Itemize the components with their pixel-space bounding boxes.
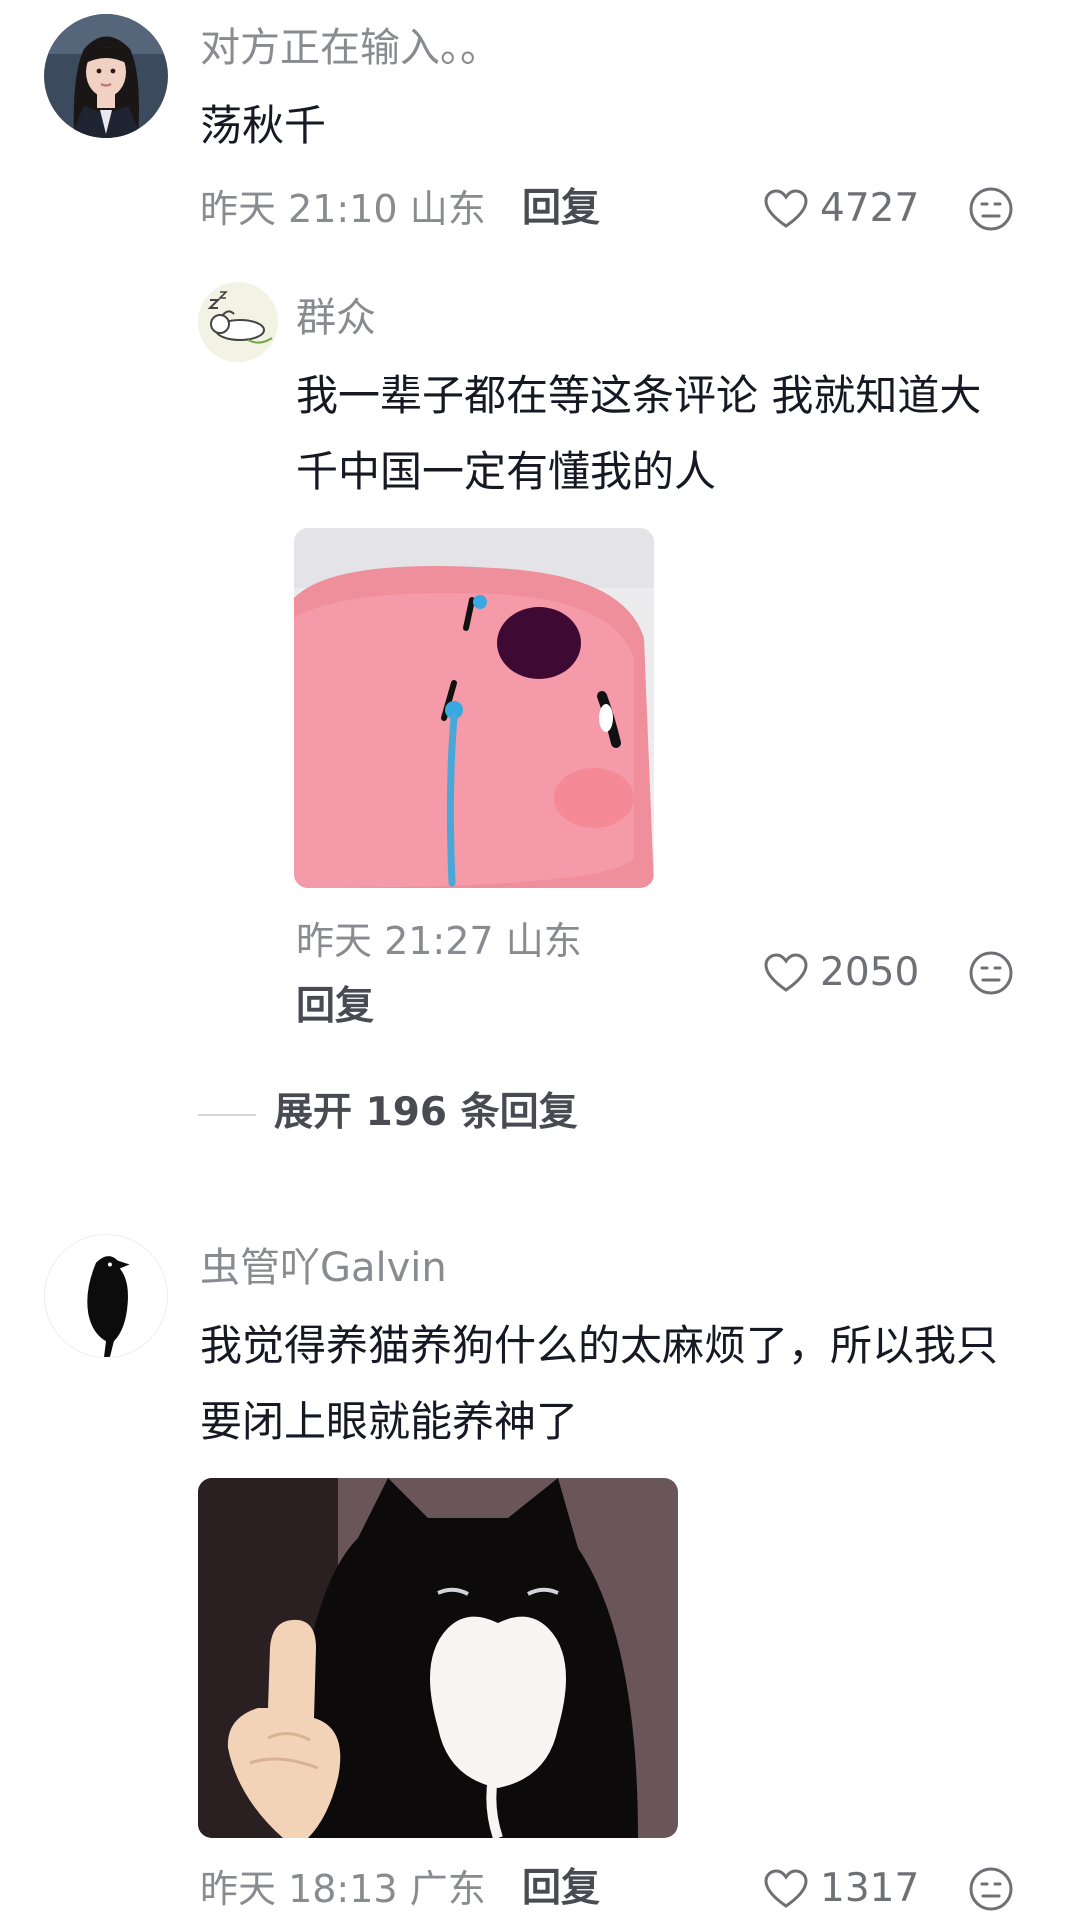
comment-time: 昨天 18:13	[200, 1867, 398, 1911]
heart-icon	[764, 953, 808, 992]
emoji-reaction-button[interactable]	[968, 186, 1014, 232]
reply-emoji-reaction-button[interactable]	[968, 950, 1014, 996]
neutral-face-icon	[969, 1867, 1013, 1911]
reply-meta: 昨天 21:27 山东	[296, 918, 582, 964]
comment-location: 山东	[409, 187, 486, 231]
user-avatar[interactable]	[44, 14, 168, 138]
reply-button[interactable]: 回复	[522, 186, 600, 232]
pointing-cat-image	[198, 1478, 678, 1838]
neutral-face-icon	[969, 951, 1013, 995]
comment-location: 广东	[409, 1867, 486, 1911]
comment-text: 荡秋千	[200, 101, 327, 150]
comment-username[interactable]: 对方正在输入。。	[200, 24, 500, 72]
emoji-reaction-button[interactable]	[968, 1866, 1014, 1912]
like-count: 4727	[820, 186, 920, 231]
neutral-face-icon	[969, 187, 1013, 231]
reply-button[interactable]: 回复	[522, 1866, 600, 1912]
like-count: 1317	[820, 1866, 920, 1911]
expand-replies-button[interactable]: 展开 196 条回复	[274, 1090, 578, 1136]
comment-meta: 昨天 18:13 广东	[200, 1866, 486, 1912]
comment-username[interactable]: 虫管吖Galvin	[200, 1244, 447, 1292]
reply-username[interactable]: 群众	[296, 294, 376, 342]
like-button[interactable]: 1317	[764, 1866, 919, 1912]
comment-text: 我觉得养猫养狗什么的太麻烦了，所以我只要闭上眼就能养神了	[200, 1321, 999, 1446]
user-avatar[interactable]	[44, 1234, 168, 1358]
comment-image[interactable]	[198, 1478, 678, 1838]
reply-user-avatar[interactable]	[198, 282, 278, 362]
reply-time: 昨天 21:27	[296, 919, 494, 963]
sleeping-bunny-avatar-icon	[198, 282, 278, 362]
black-crow-avatar-icon	[45, 1235, 167, 1357]
crying-pink-blob-image	[294, 528, 654, 888]
comment-time: 昨天 21:10	[200, 187, 398, 231]
reply-text: 我一辈子都在等这条评论 我就知道大千中国一定有懂我的人	[296, 371, 982, 496]
heart-icon	[764, 189, 808, 228]
reply-reply-button[interactable]: 回复	[296, 984, 374, 1030]
like-button[interactable]: 4727	[764, 186, 919, 232]
expand-divider	[198, 1114, 256, 1116]
girl-portrait-avatar-icon	[44, 14, 168, 138]
heart-icon	[764, 1869, 808, 1908]
reply-location: 山东	[505, 919, 582, 963]
reply-like-button[interactable]: 2050	[764, 950, 919, 996]
comment-meta: 昨天 21:10 山东	[200, 186, 486, 232]
reply-image[interactable]	[294, 528, 654, 888]
reply-like-count: 2050	[820, 950, 920, 995]
